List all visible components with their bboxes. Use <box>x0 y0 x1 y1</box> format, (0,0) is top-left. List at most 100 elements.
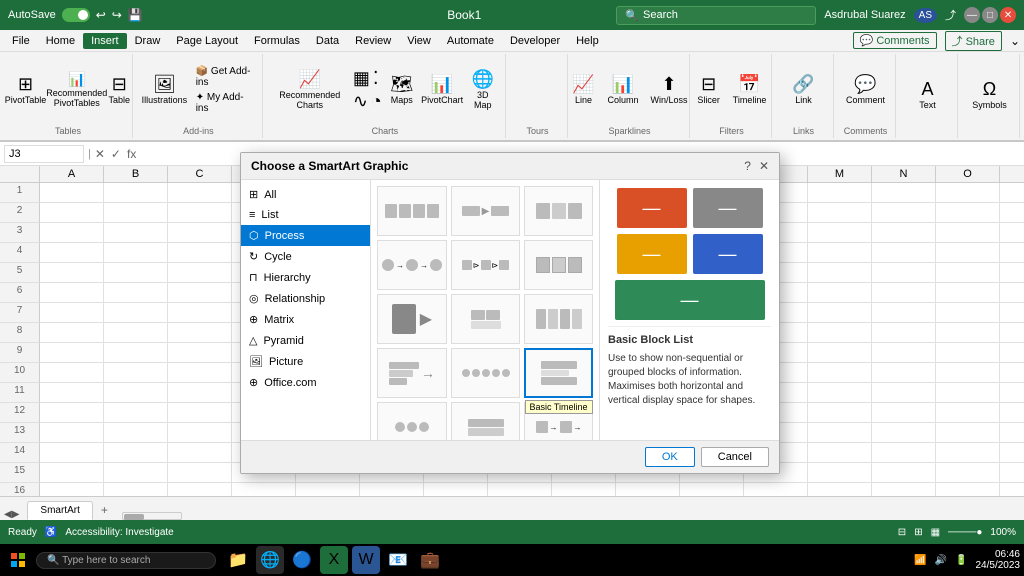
grid-cell[interactable] <box>1000 263 1024 283</box>
grid-cell[interactable] <box>40 203 104 223</box>
cat-cycle[interactable]: ↻ Cycle <box>241 246 370 267</box>
view-layout-icon[interactable]: ⊞ <box>914 527 922 538</box>
grid-cell[interactable] <box>40 463 104 483</box>
grid-cell[interactable] <box>1000 383 1024 403</box>
grid-cell[interactable] <box>1000 303 1024 323</box>
grid-cell[interactable] <box>104 243 168 263</box>
grid-cell[interactable] <box>872 443 936 463</box>
taskbar-file-explorer[interactable]: 📁 <box>224 546 252 574</box>
grid-cell[interactable] <box>40 223 104 243</box>
thumb-3[interactable] <box>524 186 593 236</box>
grid-cell[interactable] <box>1000 403 1024 423</box>
grid-cell[interactable] <box>1000 463 1024 483</box>
cancel-formula-icon[interactable]: ✕ <box>95 147 105 161</box>
line-chart-icon[interactable]: ∿ <box>353 91 368 112</box>
grid-cell[interactable] <box>936 483 1000 496</box>
thumb-13[interactable] <box>377 402 447 440</box>
comments-button[interactable]: 💬 Comments <box>853 32 937 49</box>
grid-cell[interactable] <box>1000 343 1024 363</box>
scroll-thumb[interactable] <box>124 514 144 520</box>
grid-cell[interactable] <box>40 183 104 203</box>
grid-cell[interactable] <box>168 343 232 363</box>
taskbar-powerpoint[interactable]: 🅿 <box>448 546 476 574</box>
grid-cell[interactable] <box>168 243 232 263</box>
search-box[interactable]: 🔍 Search <box>616 6 816 25</box>
cat-hierarchy[interactable]: ⊓ Hierarchy <box>241 267 370 288</box>
grid-cell[interactable] <box>808 343 872 363</box>
grid-cell[interactable] <box>808 403 872 423</box>
thumb-9[interactable] <box>524 294 593 344</box>
grid-cell[interactable] <box>808 303 872 323</box>
grid-cell[interactable] <box>936 223 1000 243</box>
grid-cell[interactable] <box>872 463 936 483</box>
grid-cell[interactable] <box>936 343 1000 363</box>
redo-icon[interactable]: ↪ <box>112 8 122 22</box>
grid-cell[interactable] <box>808 183 872 203</box>
comment-button[interactable]: 💬 Comment <box>842 72 889 108</box>
thumb-4[interactable]: → → <box>377 240 447 290</box>
grid-cell[interactable] <box>1000 283 1024 303</box>
column-sparkline-button[interactable]: 📊 Column <box>603 72 642 108</box>
ok-button[interactable]: OK <box>645 447 695 467</box>
taskbar-outlook[interactable]: 📧 <box>384 546 412 574</box>
grid-cell[interactable] <box>1000 203 1024 223</box>
minimize-button[interactable]: — <box>964 7 980 23</box>
grid-cell[interactable] <box>296 483 360 496</box>
grid-cell[interactable] <box>104 363 168 383</box>
table-button[interactable]: ⊟ Table <box>103 72 135 108</box>
link-button[interactable]: 🔗 Link <box>788 72 820 108</box>
menu-file[interactable]: File <box>4 33 38 49</box>
thumb-8[interactable] <box>451 294 520 344</box>
grid-cell[interactable] <box>872 403 936 423</box>
share-button[interactable]: ⤴ Share <box>945 31 1002 51</box>
thumb-12-selected[interactable]: Basic Timeline <box>524 348 593 398</box>
grid-cell[interactable] <box>872 183 936 203</box>
grid-cell[interactable] <box>808 363 872 383</box>
grid-cell[interactable] <box>616 483 680 496</box>
zoom-slider[interactable]: ────● <box>948 527 982 538</box>
grid-cell[interactable] <box>168 443 232 463</box>
cancel-button[interactable]: Cancel <box>701 447 769 467</box>
dialog-close-icon[interactable]: ✕ <box>759 159 769 173</box>
thumb-7[interactable]: ▶ <box>377 294 447 344</box>
cat-process[interactable]: ⬡ Process <box>241 225 370 246</box>
cat-list[interactable]: ≡ List <box>241 205 370 225</box>
grid-cell[interactable] <box>872 223 936 243</box>
grid-cell[interactable] <box>1000 363 1024 383</box>
grid-cell[interactable] <box>40 283 104 303</box>
grid-cell[interactable] <box>680 483 744 496</box>
grid-cell[interactable] <box>1000 423 1024 443</box>
close-button[interactable]: ✕ <box>1000 7 1016 23</box>
grid-cell[interactable] <box>808 463 872 483</box>
save-icon[interactable]: 💾 <box>128 8 143 22</box>
collapse-ribbon-icon[interactable]: ⌄ <box>1010 34 1020 48</box>
grid-cell[interactable] <box>744 483 808 496</box>
maximize-button[interactable]: □ <box>982 7 998 23</box>
taskbar-chrome[interactable]: 🌐 <box>256 546 284 574</box>
grid-cell[interactable] <box>936 323 1000 343</box>
symbols-button[interactable]: Ω Symbols <box>968 77 1011 113</box>
grid-cell[interactable] <box>104 203 168 223</box>
cat-relationship[interactable]: ◎ Relationship <box>241 288 370 309</box>
grid-cell[interactable] <box>936 403 1000 423</box>
grid-cell[interactable] <box>40 343 104 363</box>
grid-cell[interactable] <box>808 483 872 496</box>
horizontal-scrollbar[interactable] <box>122 512 1024 520</box>
grid-cell[interactable] <box>808 383 872 403</box>
grid-cell[interactable] <box>936 423 1000 443</box>
grid-cell[interactable] <box>168 223 232 243</box>
grid-cell[interactable] <box>936 303 1000 323</box>
menu-view[interactable]: View <box>399 33 439 49</box>
grid-cell[interactable] <box>1000 183 1024 203</box>
add-sheet-button[interactable]: + <box>95 500 114 520</box>
grid-cell[interactable] <box>872 243 936 263</box>
cat-pyramid[interactable]: △ Pyramid <box>241 330 370 351</box>
grid-cell[interactable] <box>168 323 232 343</box>
pivotchart-button[interactable]: 📊 PivotChart <box>422 72 463 108</box>
grid-cell[interactable] <box>1000 483 1024 496</box>
taskbar-word[interactable]: W <box>352 546 380 574</box>
grid-cell[interactable] <box>168 283 232 303</box>
grid-cell[interactable] <box>1000 443 1024 463</box>
grid-cell[interactable] <box>872 323 936 343</box>
scroll-left-icon[interactable]: ◀ <box>4 509 12 520</box>
